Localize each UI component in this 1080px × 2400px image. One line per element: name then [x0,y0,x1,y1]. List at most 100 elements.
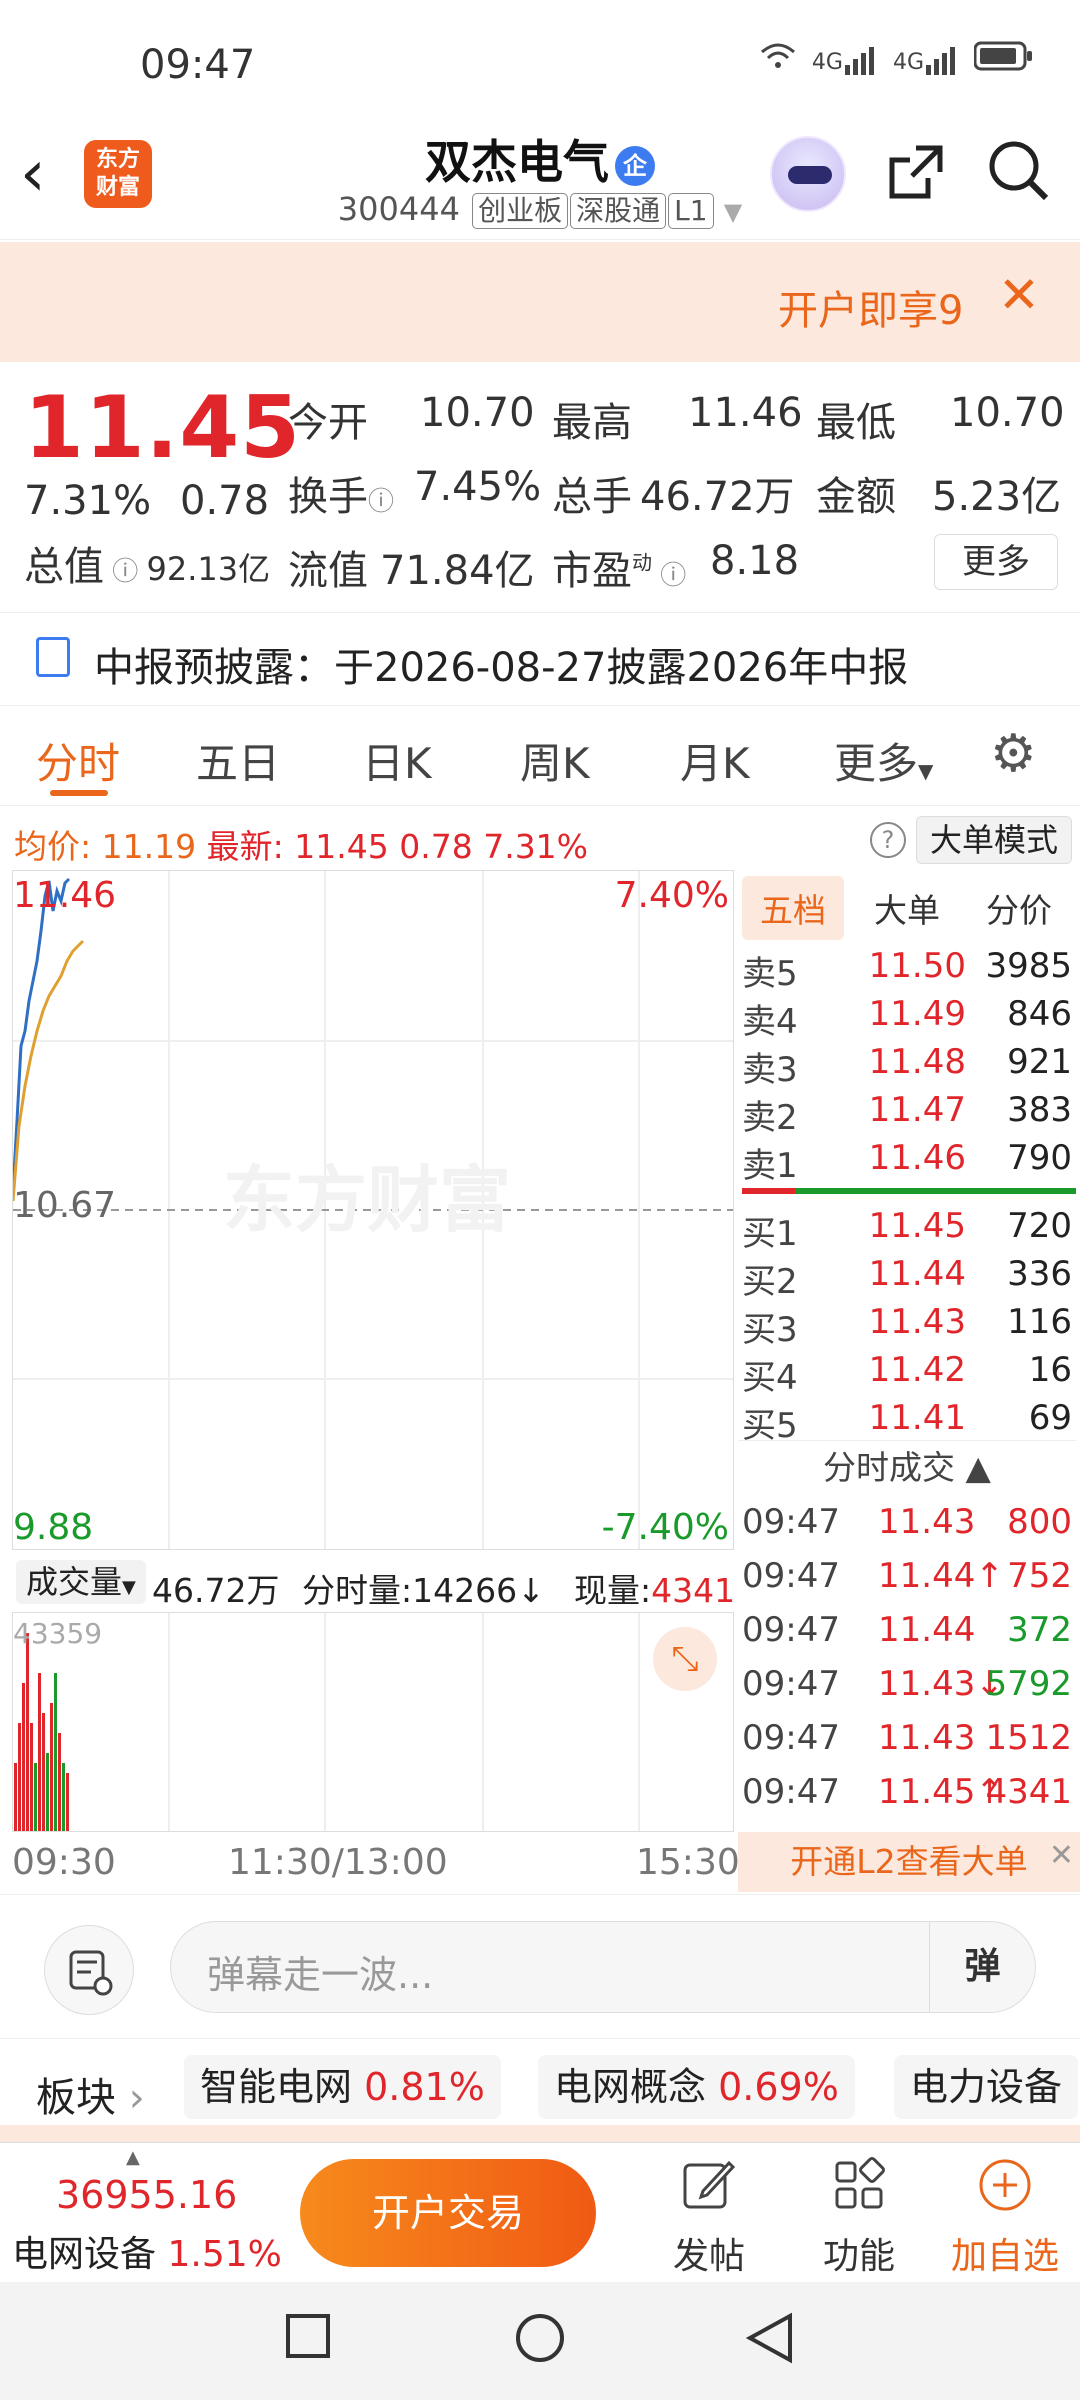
bid-row[interactable]: 买3 11.43 116 [738,1302,1076,1350]
report-notice[interactable]: 中报预披露：于2026-08-27披露2026年中报 [0,612,1080,706]
close-icon[interactable]: ✕ [998,266,1040,324]
info-dot-icon[interactable]: ⓘ [368,487,394,517]
clock: 09:47 [140,42,256,88]
recents-icon[interactable] [284,2312,332,2373]
intraday-chart[interactable]: 东方财富 11.46 7.40% 10.67 9.88 -7.40% [12,870,734,1550]
time-open: 09:30 [12,1842,116,1883]
promo-text: 开户即享9 [778,288,964,334]
tick-row: 09:47 11.44 372 [738,1610,1076,1664]
ask-row[interactable]: 卖3 11.48 921 [738,1042,1076,1090]
system-nav-bar [0,2282,1080,2400]
tag-connect: 深股通 [570,193,667,229]
sector-label[interactable]: 板块 › [36,2065,145,2123]
l2-promo-button[interactable]: 开通L2查看大单 ✕ [738,1832,1080,1892]
open-value: 10.70 [420,390,535,436]
search-icon[interactable] [986,138,1050,216]
tick-row: 09:47 11.43 800 [738,1502,1076,1556]
more-button[interactable]: 更多 [934,534,1058,590]
bid-row[interactable]: 买4 11.42 16 [738,1350,1076,1398]
current-price: 11.45 [24,378,302,478]
last-pct: 7.31% [483,827,589,866]
current-volume-label: 现量: [574,1571,652,1610]
bid-vol: 116 [1007,1302,1072,1342]
bottom-bar: ▲ 36955.16 电网设备 1.51% 开户交易 发帖 功能 加自选 [0,2142,1080,2282]
sector-chip[interactable]: 电力设备 [894,2055,1079,2119]
ask-row[interactable]: 卖5 11.50 3985 [738,946,1076,994]
ask-label: 卖3 [742,1050,798,1090]
market-cap-value: 92.13亿 [146,550,271,588]
share-icon[interactable] [886,142,946,216]
function-label: 功能 [822,2236,895,2277]
index-value[interactable]: 36955.16 [56,2173,237,2217]
tab-more[interactable]: 更多▼ [834,730,933,791]
notice-text: 中报预披露：于2026-08-27披露2026年中报 [94,645,909,691]
close-icon[interactable]: ✕ [1049,1826,1074,1886]
danmu-toggle-button[interactable]: 弹 [929,1922,1035,2012]
volume-dropdown[interactable]: 成交量▼ [16,1560,146,1604]
bid-vol: 69 [1028,1398,1072,1438]
volume-info-bar: 成交量▼ 46.72万 分时量:14266↓ 现量:4341 [0,1550,736,1612]
ask-row[interactable]: 卖4 11.49 846 [738,994,1076,1042]
ask-price: 11.49 [868,994,966,1034]
tab-five-day[interactable]: 五日 [196,730,280,791]
high-label: 最高 [552,400,632,446]
index-pct: 1.51% [167,2234,282,2275]
bid-vol: 16 [1028,1350,1072,1390]
info-dot-icon[interactable]: ⓘ [652,561,686,591]
big-order-mode-button[interactable]: 大单模式 [916,816,1072,864]
bid-row[interactable]: 买5 11.41 69 [738,1398,1076,1446]
ask-label: 卖5 [742,954,798,994]
sector-chip[interactable]: 智能电网 0.81% [184,2055,501,2119]
tab-price-distribution[interactable]: 分价 [986,884,1052,932]
settings-gear-icon[interactable]: ⚙ [990,724,1037,784]
time-axis: 09:30 11:30/13:00 15:30 [0,1836,740,1892]
float-label: 流值 [288,548,368,594]
bid-vol: 336 [1007,1254,1072,1294]
home-icon[interactable] [514,2312,566,2377]
help-icon[interactable]: ? [870,822,906,858]
add-watchlist-button[interactable]: 加自选 [950,2157,1060,2279]
tab-daily-k[interactable]: 日K [362,730,432,791]
info-dot-icon[interactable]: ⓘ [104,557,147,587]
open-trade-button[interactable]: 开户交易 [300,2159,596,2267]
assistant-robot-icon[interactable] [770,136,846,212]
tab-more-label: 更多 [834,739,919,788]
time-midday: 11:30/13:00 [228,1842,448,1883]
index-name-line[interactable]: 电网设备 1.51% [12,2225,282,2277]
volume-chart[interactable]: 43359 ⤡ [12,1612,734,1832]
bid-row[interactable]: 买1 11.45 720 [738,1206,1076,1254]
tag-level: L1 [668,193,714,229]
grid-icon [804,2157,914,2227]
ask-row[interactable]: 卖1 11.46 790 [738,1138,1076,1186]
sector-name: 电力设备 [910,2065,1063,2109]
danmu-bar: 弹幕走一波... 弹 [0,1894,1080,2038]
volume-max: 43359 [13,1617,103,1650]
bid-row[interactable]: 买2 11.44 336 [738,1254,1076,1302]
chart-low-pct: -7.40% [601,1507,729,1548]
expand-icon[interactable]: ⤡ [653,1627,717,1691]
function-button[interactable]: 功能 [804,2157,914,2279]
promo-banner[interactable]: 开户即享9 ✕ [0,242,1080,362]
post-button[interactable]: 发帖 [654,2157,764,2279]
danmu-input[interactable]: 弹幕走一波... 弹 [170,1921,1036,2013]
danmu-settings-icon[interactable] [44,1925,134,2015]
sector-chip[interactable]: 电网概念 0.69% [538,2055,855,2119]
ticks-title[interactable]: 分时成交 ▲ [738,1440,1076,1494]
pe-value: 8.18 [710,538,800,584]
stock-name: 双杰电气 [425,135,609,189]
tab-weekly-k[interactable]: 周K [520,730,590,791]
back-triangle-icon[interactable] [745,2312,794,2377]
current-volume-value: 4341 [651,1571,736,1610]
tab-five-levels[interactable]: 五档 [742,876,844,940]
ask-label: 卖1 [742,1146,798,1186]
ask-label: 卖4 [742,1002,798,1042]
avg-price-line: 均价: 11.19 最新: 11.45 0.78 7.31% ? 大单模式 [0,808,1080,868]
ask-row[interactable]: 卖2 11.47 383 [738,1090,1076,1138]
tab-intraday[interactable]: 分时 [36,730,120,791]
tick-time: 09:47 [742,1718,840,1758]
tab-monthly-k[interactable]: 月K [680,730,750,791]
tab-big-orders[interactable]: 大单 [874,884,940,932]
ask-price: 11.46 [868,1138,966,1178]
change-pct: 7.31% [24,478,152,524]
change-amount: 0.78 [180,478,270,524]
